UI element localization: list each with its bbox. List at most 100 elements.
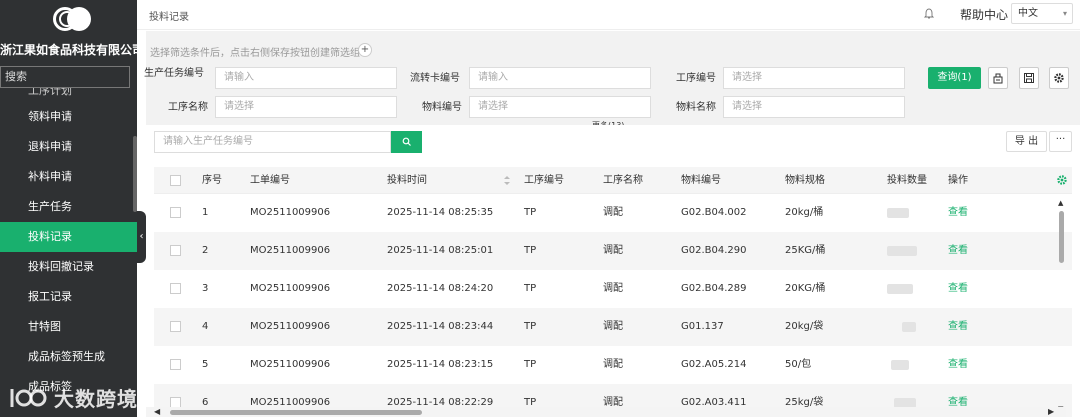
card-no-input[interactable]: 请输入 (469, 67, 651, 89)
label-material-no: 物料编号 (422, 102, 462, 113)
gear-icon (1054, 73, 1064, 83)
scroll-left-icon[interactable]: ◀ (154, 407, 160, 416)
table-horizontal-scrollbar[interactable]: ◀ ▶ (146, 407, 1066, 417)
cell-no: 4 (202, 321, 209, 332)
cell-no: 3 (202, 283, 209, 294)
watermark: 大数跨境 (8, 383, 138, 412)
top-bar: 投料记录 帮助中心 中文 ▾ (137, 0, 1080, 30)
scroll-thumb[interactable] (1059, 211, 1064, 263)
view-link[interactable]: 查看 (948, 308, 968, 346)
task-search-input[interactable]: 请输入生产任务编号 (154, 131, 391, 153)
view-link[interactable]: 查看 (948, 346, 968, 384)
add-filter-group-button[interactable]: + (358, 43, 372, 57)
cell-order: MO2511009906 (250, 207, 331, 218)
cell-material-no: G02.B04.002 (681, 207, 747, 218)
label-material-name: 物料名称 (676, 102, 716, 113)
sidebar-item-work-report[interactable]: 报工记录 (0, 282, 137, 312)
table-row[interactable]: 4 MO2511009906 2025-11-14 08:23:44 TP 调配… (154, 308, 1072, 346)
bell-icon[interactable] (924, 8, 934, 20)
save-filter-button[interactable] (1019, 67, 1039, 89)
cell-spec: 20KG/桶 (785, 283, 826, 294)
cell-time: 2025-11-14 08:23:44 (387, 321, 494, 332)
settings-button[interactable] (1049, 67, 1069, 89)
label-process-name: 工序名称 (168, 102, 208, 113)
view-link[interactable]: 查看 (948, 194, 968, 232)
table-row[interactable]: 1 MO2511009906 2025-11-14 08:25:35 TP 调配… (154, 194, 1072, 232)
table-vertical-scrollbar[interactable]: ▲ ▼ (1058, 199, 1066, 415)
select-all-checkbox[interactable] (170, 175, 181, 186)
material-name-select[interactable]: 请选择 (723, 96, 905, 118)
row-checkbox[interactable] (170, 245, 181, 256)
sidebar-item-feeding-record[interactable]: 投料记录 (0, 222, 137, 252)
table-row[interactable]: 2 MO2511009906 2025-11-14 08:25:01 TP 调配… (154, 232, 1072, 270)
column-settings-icon[interactable] (1056, 174, 1068, 186)
cell-spec: 20kg/袋 (785, 321, 824, 332)
col-material-no: 物料编号 (681, 175, 721, 186)
material-no-select[interactable]: 请选择 (469, 96, 651, 118)
label-task-no: 生产任务编号 (144, 68, 204, 79)
col-no: 序号 (202, 175, 222, 186)
sidebar-item-gantt[interactable]: 甘特图 (0, 312, 137, 342)
process-name-select[interactable]: 请选择 (215, 96, 397, 118)
label-process-no: 工序编号 (676, 73, 716, 84)
col-spec: 物料规格 (785, 175, 825, 186)
col-order: 工单编号 (250, 175, 290, 186)
table-row[interactable]: 5 MO2511009906 2025-11-14 08:23:15 TP 调配… (154, 346, 1072, 384)
cell-time: 2025-11-14 08:25:35 (387, 207, 494, 218)
table-row[interactable]: 3 MO2511009906 2025-11-14 08:24:20 TP 调配… (154, 270, 1072, 308)
sidebar-item-label-pregen[interactable]: 成品标签预生成 (0, 342, 137, 372)
task-no-input[interactable]: 请输入 (215, 67, 397, 89)
language-select[interactable]: 中文 ▾ (1011, 3, 1073, 24)
scroll-right-icon[interactable]: ▶ (1048, 407, 1054, 416)
sidebar-item-material-supplement[interactable]: 补料申请 (0, 162, 137, 192)
view-link[interactable]: 查看 (948, 270, 968, 308)
row-checkbox[interactable] (170, 359, 181, 370)
watermark-logo-icon (10, 388, 47, 407)
sidebar-item-process-plan[interactable]: 工序计划 (0, 88, 137, 102)
sidebar-item-production-task[interactable]: 生产任务 (0, 192, 137, 222)
broom-icon (993, 73, 1003, 84)
more-actions-button[interactable]: ··· (1049, 131, 1072, 152)
row-checkbox[interactable] (170, 321, 181, 332)
cell-material-no: G01.137 (681, 321, 724, 332)
sidebar-item-material-return[interactable]: 退料申请 (0, 132, 137, 162)
cell-no: 2 (202, 245, 209, 256)
col-time[interactable]: 投料时间 (387, 167, 427, 194)
chevron-left-icon: ‹ (139, 231, 144, 242)
sidebar-item-feeding-withdraw[interactable]: 投料回撤记录 (0, 252, 137, 282)
cell-time: 2025-11-14 08:25:01 (387, 245, 494, 256)
cell-order: MO2511009906 (250, 321, 331, 332)
cell-process-name: 调配 (603, 245, 623, 256)
sidebar-item-material-request[interactable]: 领料申请 (0, 102, 137, 132)
query-button[interactable]: 查询(1) (928, 67, 981, 89)
sidebar-collapse-toggle[interactable]: ‹ (137, 211, 146, 263)
company-name: 浙江果如食品科技有限公司 (0, 43, 137, 57)
col-quantity: 投料数量 (887, 175, 927, 186)
table-panel: 请输入生产任务编号 导 出 ··· 序号 工单编号 投料时间 工序编号 工序名称… (146, 125, 1080, 417)
sidebar: 浙江果如食品科技有限公司 搜索 工序计划 领料申请 退料申请 补料申请 生产任务… (0, 0, 137, 417)
cell-spec: 50/包 (785, 359, 812, 370)
process-no-select[interactable]: 请选择 (723, 67, 905, 89)
sidebar-search-input[interactable]: 搜索 (0, 66, 130, 88)
sidebar-menu: 工序计划 领料申请 退料申请 补料申请 生产任务 投料记录 投料回撤记录 报工记… (0, 88, 137, 402)
logo (0, 0, 137, 38)
scroll-thumb[interactable] (170, 410, 422, 415)
search-button[interactable] (391, 131, 422, 153)
quantity-redacted (887, 246, 917, 256)
clear-button[interactable] (988, 67, 1008, 89)
logo-icon (49, 5, 91, 33)
page-title: 投料记录 (149, 12, 189, 23)
view-link[interactable]: 查看 (948, 232, 968, 270)
filter-hint: 选择筛选条件后，点击右侧保存按钮创建筛选组 (150, 48, 360, 59)
row-checkbox[interactable] (170, 207, 181, 218)
search-icon (402, 137, 411, 146)
cell-material-no: G02.B04.290 (681, 245, 747, 256)
export-button[interactable]: 导 出 (1006, 131, 1047, 152)
help-center-link[interactable]: 帮助中心 (960, 6, 1008, 23)
col-process-name: 工序名称 (603, 175, 643, 186)
label-card-no: 流转卡编号 (410, 73, 460, 84)
scroll-up-icon[interactable]: ▲ (1058, 199, 1063, 207)
sort-icon[interactable] (503, 175, 511, 186)
row-checkbox[interactable] (170, 283, 181, 294)
sidebar-scrollbar[interactable] (133, 136, 137, 212)
